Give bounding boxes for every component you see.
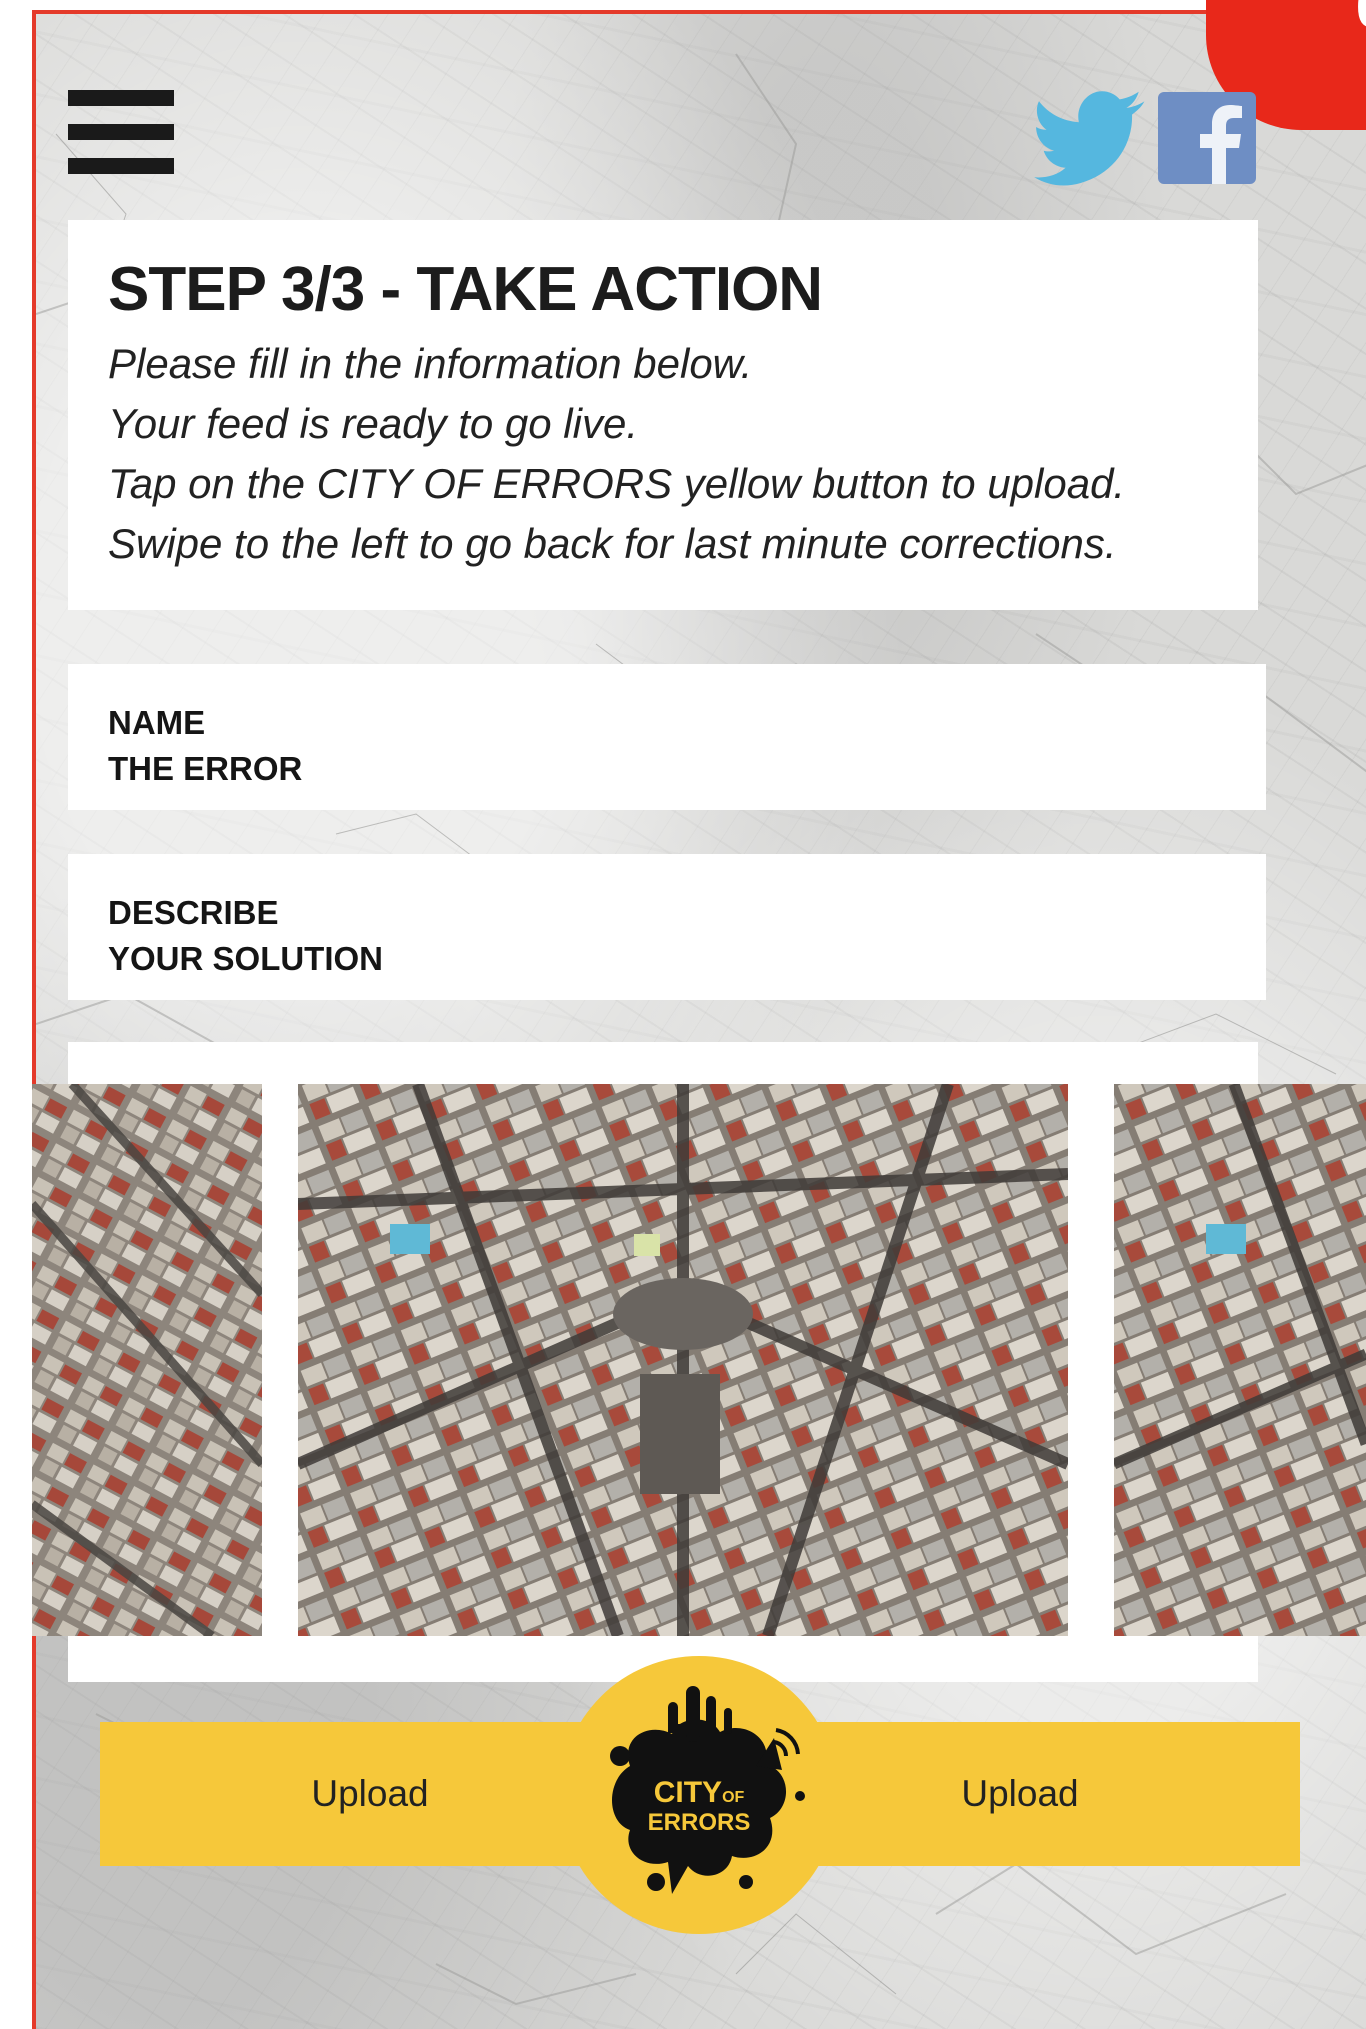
facebook-button[interactable] — [1158, 88, 1258, 188]
intro-panel: STEP 3/3 - TAKE ACTION Please fill in th… — [68, 220, 1258, 610]
city-of-errors-logo-icon: CITYOF ERRORS — [610, 1686, 805, 1894]
gallery-photo-next[interactable] — [1114, 1084, 1366, 1636]
logo-text: OF — [722, 1789, 744, 1806]
logo-text: ERRORS — [648, 1809, 751, 1836]
field-label: YOUR SOLUTION — [108, 940, 384, 977]
gallery-photo-previous[interactable] — [32, 1084, 262, 1636]
menu-button[interactable] — [68, 82, 174, 178]
field-label: NAME — [108, 704, 206, 741]
instruction-line: Your feed is ready to go live. — [108, 400, 638, 448]
twitter-bird-icon — [1034, 91, 1145, 186]
aerial-city-photo — [298, 1084, 1068, 1636]
upload-button-left[interactable]: Upload — [230, 1722, 510, 1866]
instruction-line: Swipe to the left to go back for last mi… — [108, 520, 1117, 568]
city-of-errors-upload-button[interactable]: CITYOF ERRORS — [560, 1656, 838, 1934]
page-title: STEP 3/3 - TAKE ACTION — [108, 255, 823, 324]
facebook-f-icon — [1158, 92, 1256, 184]
upload-button-right[interactable]: Upload — [880, 1722, 1160, 1866]
aerial-city-photo — [1114, 1084, 1366, 1636]
field-label: THE ERROR — [108, 750, 303, 787]
field-label: DESCRIBE — [108, 894, 279, 931]
describe-solution-field[interactable]: DESCRIBE YOUR SOLUTION — [68, 854, 1266, 1000]
gallery-photo-current[interactable] — [298, 1084, 1068, 1636]
instruction-line: Tap on the CITY OF ERRORS yellow button … — [108, 460, 1126, 508]
logo-text: CITY — [654, 1776, 722, 1809]
twitter-button[interactable] — [1030, 88, 1150, 188]
aerial-city-photo — [32, 1084, 262, 1636]
instruction-line: Please fill in the information below. — [108, 340, 753, 388]
name-the-error-field[interactable]: NAME THE ERROR — [68, 664, 1266, 810]
